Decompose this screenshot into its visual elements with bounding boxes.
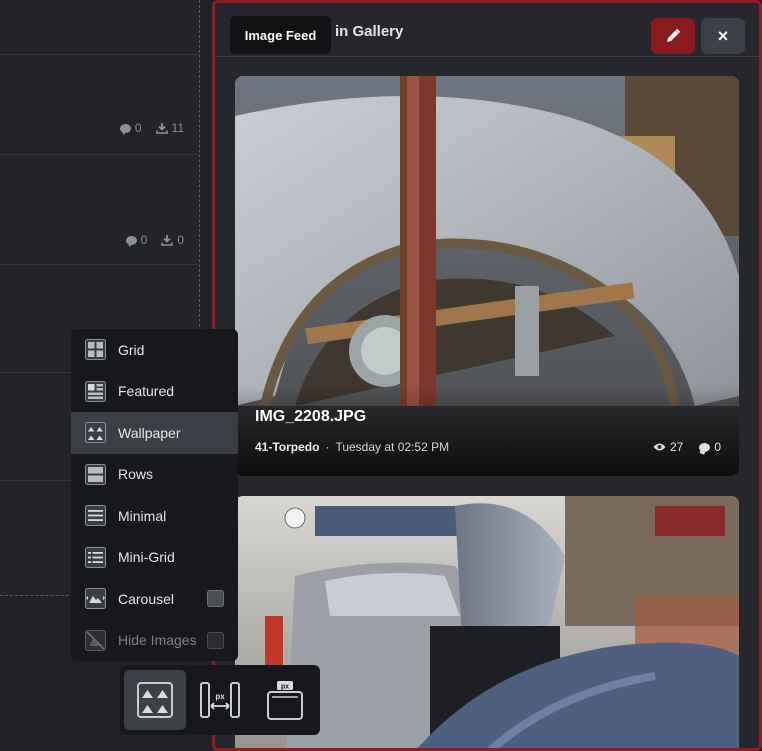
downloads-count: 11 xyxy=(171,121,184,135)
hide-images-checkbox[interactable] xyxy=(207,631,224,649)
meta-separator: · xyxy=(325,440,330,454)
menu-item-wallpaper[interactable]: Wallpaper xyxy=(71,412,238,454)
image-title[interactable]: IMG_2208.JPG xyxy=(255,408,366,426)
rows-icon xyxy=(85,463,106,485)
item-stats: 0 0 xyxy=(125,233,184,247)
comments-stat: 0 xyxy=(119,121,142,135)
height-px-button[interactable]: px xyxy=(254,670,316,730)
comment-icon xyxy=(119,123,131,133)
close-button[interactable]: × xyxy=(701,18,745,54)
comment-icon xyxy=(699,442,711,452)
card-caption xyxy=(235,386,739,476)
list-item[interactable]: 0 11 xyxy=(0,55,200,155)
image-card[interactable]: IMG_2208.JPG 41-Torpedo · Tuesday at 02:… xyxy=(235,76,739,476)
downloads-stat: 11 xyxy=(155,121,184,135)
menu-item-minimal[interactable]: Minimal xyxy=(71,495,238,537)
image-meta: 41-Torpedo · Tuesday at 02:52 PM xyxy=(255,440,449,454)
hide-images-icon xyxy=(85,629,106,651)
menu-item-mini-grid[interactable]: Mini-Grid xyxy=(71,537,238,579)
wallpaper-layout-button[interactable] xyxy=(124,670,186,730)
minimal-icon xyxy=(85,505,106,527)
app-root: 0 11 0 0 in Gallery × IMG_2208.JPG 41-To… xyxy=(0,0,762,751)
comments-count: 0 xyxy=(140,233,148,247)
panel-title: in Gallery xyxy=(335,23,404,40)
wallpaper-icon xyxy=(85,422,106,444)
list-item[interactable]: 0 0 xyxy=(0,155,200,265)
grid-icon xyxy=(85,339,106,361)
edit-button[interactable] xyxy=(651,18,695,54)
menu-item-label: Wallpaper xyxy=(118,424,181,441)
layout-toolbar: px px xyxy=(120,665,320,735)
image-stats: 27 0 xyxy=(653,440,721,454)
featured-icon xyxy=(85,380,106,402)
comments-stat: 0 xyxy=(125,233,148,247)
menu-item-grid[interactable]: Grid xyxy=(71,329,238,371)
download-icon xyxy=(155,123,168,134)
item-stats: 0 11 xyxy=(119,121,184,135)
wallpaper-layout-icon xyxy=(137,682,173,718)
views-stat: 27 xyxy=(653,440,683,454)
width-px-button[interactable]: px xyxy=(189,670,251,730)
menu-item-label: Featured xyxy=(118,383,175,400)
downloads-stat: 0 xyxy=(161,233,184,247)
pencil-icon xyxy=(667,28,681,42)
menu-item-carousel[interactable]: Carousel xyxy=(71,578,238,620)
carousel-checkbox[interactable] xyxy=(207,590,224,607)
menu-item-label: Rows xyxy=(118,466,154,483)
close-icon: × xyxy=(717,25,729,46)
downloads-count: 0 xyxy=(177,233,184,247)
views-count: 27 xyxy=(669,440,684,454)
mini-grid-icon xyxy=(85,546,106,568)
gallery-panel: in Gallery × IMG_2208.JPG 41-Torpedo · T… xyxy=(212,0,762,751)
menu-item-label: Hide Images xyxy=(118,632,197,649)
comment-icon xyxy=(125,235,137,245)
height-px-icon: px xyxy=(267,681,303,720)
download-icon xyxy=(161,235,174,246)
height-px-label: px xyxy=(281,684,289,691)
image-date: Tuesday at 02:52 PM xyxy=(335,440,450,454)
menu-item-label: Mini-Grid xyxy=(118,549,175,566)
comments-count: 0 xyxy=(714,440,721,454)
menu-item-featured[interactable]: Featured xyxy=(71,371,238,413)
author-link[interactable]: 41-Torpedo xyxy=(255,440,319,454)
eye-icon xyxy=(653,443,666,451)
menu-item-label: Grid xyxy=(118,341,145,358)
menu-item-rows[interactable]: Rows xyxy=(71,454,238,496)
comments-stat: 0 xyxy=(699,440,721,454)
menu-item-label: Carousel xyxy=(118,590,175,607)
carousel-icon xyxy=(85,588,106,610)
layout-menu: Grid Featured Wallpaper Rows Minimal Min… xyxy=(71,329,238,661)
image-feed-tooltip: Image Feed xyxy=(230,16,331,54)
comments-count: 0 xyxy=(134,121,142,135)
width-px-label: px xyxy=(215,692,225,701)
menu-item-hide-images[interactable]: Hide Images xyxy=(71,620,238,662)
list-item[interactable] xyxy=(0,0,200,55)
menu-item-label: Minimal xyxy=(118,507,167,524)
width-px-icon: px xyxy=(200,682,240,718)
